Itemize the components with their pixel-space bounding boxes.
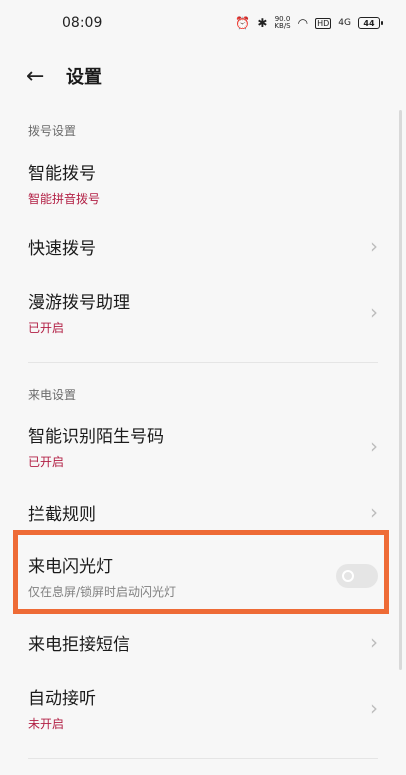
setting-title: 拦截规则 bbox=[28, 504, 96, 525]
section-divider bbox=[28, 758, 378, 759]
chevron-right-icon: › bbox=[370, 234, 378, 258]
scrollbar[interactable] bbox=[399, 110, 402, 670]
hd-icon: HD bbox=[315, 17, 332, 29]
setting-title: 智能拨号 bbox=[28, 164, 96, 184]
setting-identify-text: 智能识别陌生号码 已开启 bbox=[28, 422, 164, 470]
setting-subtitle: 已开启 bbox=[28, 455, 65, 469]
setting-auto-answer-text: 自动接听 未开启 bbox=[28, 684, 96, 732]
chevron-right-icon: › bbox=[370, 300, 378, 324]
bluetooth-icon: ✱ bbox=[257, 16, 268, 30]
setting-title: 来电拒接短信 bbox=[28, 634, 130, 655]
setting-smart-dial-text: 智能拨号 智能拼音拨号 bbox=[28, 159, 100, 207]
status-time: 08:09 bbox=[62, 15, 103, 31]
chevron-right-icon: › bbox=[370, 500, 378, 524]
setting-roaming-dial-assistant[interactable]: 漫游拨号助理 已开启 › bbox=[0, 288, 406, 336]
page-header: ← 设置 bbox=[0, 56, 406, 96]
section-divider bbox=[28, 362, 378, 363]
network-speed-unit: KB/S bbox=[274, 22, 291, 30]
setting-subtitle: 未开启 bbox=[28, 717, 65, 731]
setting-smart-dial[interactable]: 智能拨号 智能拼音拨号 bbox=[0, 160, 406, 206]
battery-icon: 44 bbox=[358, 17, 383, 29]
wifi-icon: ◠ bbox=[297, 16, 309, 30]
section-label-dial: 拨号设置 bbox=[28, 124, 77, 138]
chevron-right-icon: › bbox=[370, 434, 378, 458]
setting-title: 漫游拨号助理 bbox=[28, 293, 130, 313]
status-bar: 08:09 ⏰ ✱ 90.0 KB/S ◠ HD 4G 44 bbox=[0, 0, 406, 46]
setting-reject-sms-text: 来电拒接短信 bbox=[28, 630, 130, 655]
setting-auto-answer[interactable]: 自动接听 未开启 › bbox=[0, 684, 406, 732]
setting-title: 智能识别陌生号码 bbox=[28, 427, 164, 447]
status-icons: ⏰ ✱ 90.0 KB/S ◠ HD 4G 44 bbox=[235, 16, 383, 30]
setting-roaming-text: 漫游拨号助理 已开启 bbox=[28, 288, 130, 336]
setting-block-rules-text: 拦截规则 bbox=[28, 500, 96, 525]
highlight-box bbox=[13, 530, 389, 614]
signal-icon: 4G bbox=[338, 18, 351, 28]
setting-quick-dial-text: 快速拨号 bbox=[28, 234, 96, 259]
setting-quick-dial[interactable]: 快速拨号 › bbox=[0, 230, 406, 262]
setting-identify-unknown-numbers[interactable]: 智能识别陌生号码 已开启 › bbox=[0, 422, 406, 470]
battery-level: 44 bbox=[363, 18, 375, 28]
setting-reject-sms[interactable]: 来电拒接短信 › bbox=[0, 626, 406, 658]
setting-subtitle: 已开启 bbox=[28, 321, 65, 335]
back-arrow-icon[interactable]: ← bbox=[26, 64, 56, 89]
setting-block-rules[interactable]: 拦截规则 › bbox=[0, 496, 406, 528]
chevron-right-icon: › bbox=[370, 630, 378, 654]
network-speed: 90.0 KB/S bbox=[274, 16, 290, 30]
section-label-incoming: 来电设置 bbox=[28, 388, 77, 402]
setting-title: 自动接听 bbox=[28, 689, 96, 709]
alarm-icon: ⏰ bbox=[235, 16, 251, 30]
setting-subtitle: 智能拼音拨号 bbox=[28, 192, 101, 206]
chevron-right-icon: › bbox=[370, 696, 378, 720]
setting-title: 快速拨号 bbox=[28, 238, 96, 259]
page-title: 设置 bbox=[66, 67, 102, 88]
